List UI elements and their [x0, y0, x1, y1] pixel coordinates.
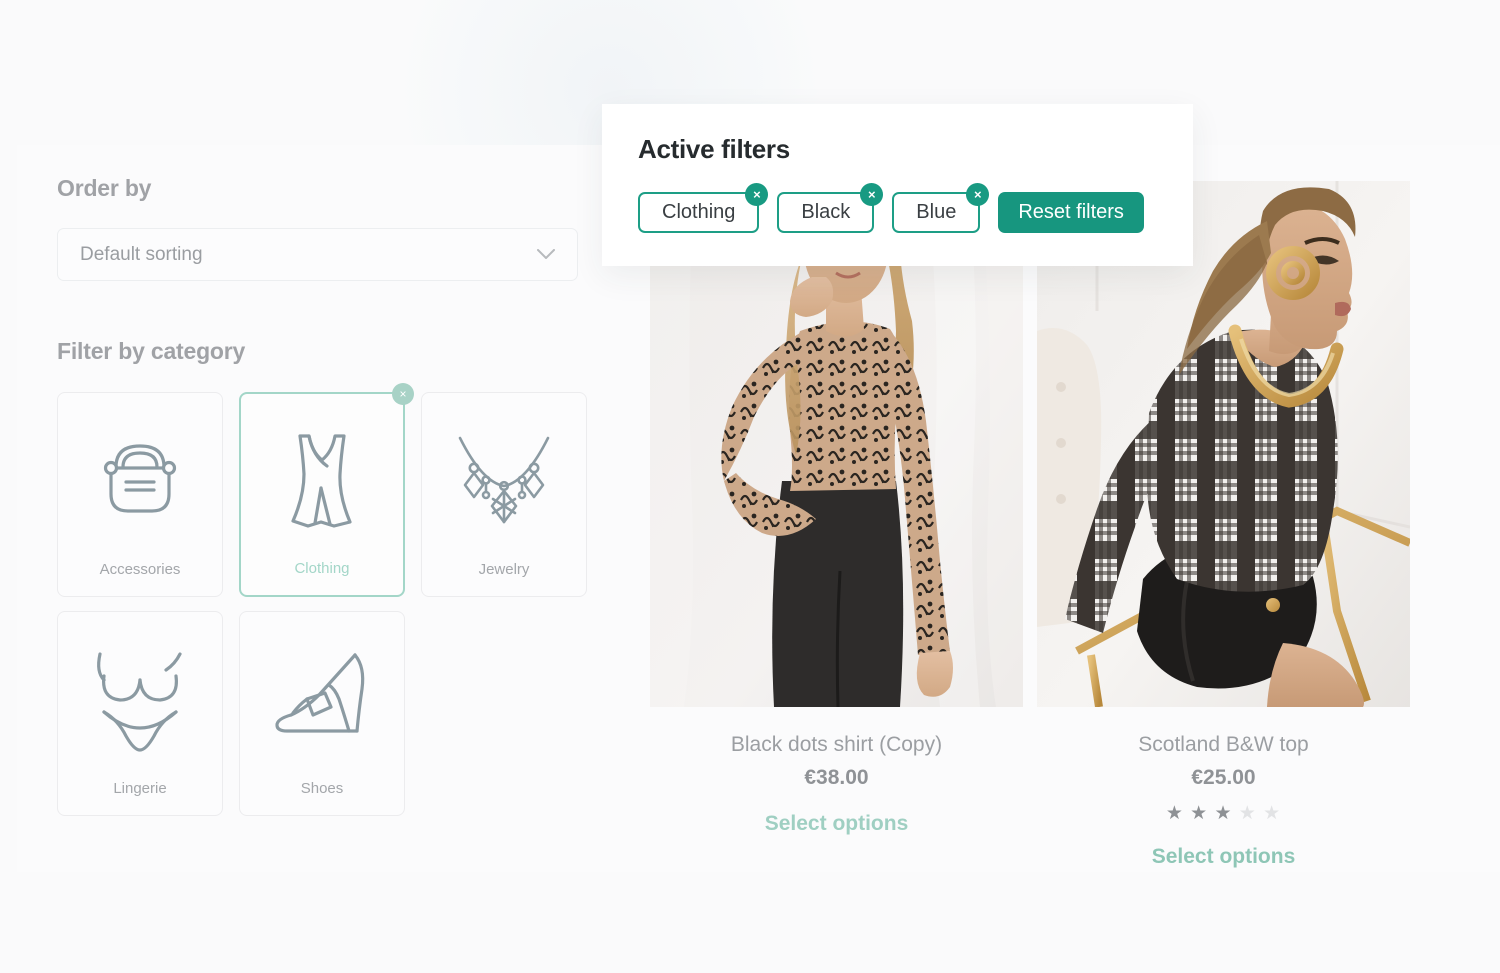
- product-price: €38.00: [804, 766, 869, 789]
- star-empty-icon: ★: [1263, 803, 1282, 824]
- select-options-button[interactable]: Select options: [1152, 845, 1296, 869]
- order-by-heading: Order by: [57, 175, 152, 201]
- star-filled-icon: ★: [1190, 803, 1209, 824]
- active-filter-chip-clothing[interactable]: Clothing ×: [638, 183, 769, 233]
- sort-select[interactable]: Default sorting: [57, 228, 578, 281]
- category-tile-label: Clothing: [294, 560, 350, 577]
- reset-filters-button[interactable]: Reset filters: [998, 192, 1144, 233]
- remove-filter-icon[interactable]: ×: [745, 183, 769, 206]
- star-rating: ★ ★ ★ ★ ★: [1037, 804, 1410, 823]
- chevron-down-icon: [537, 249, 555, 260]
- lingerie-icon: [58, 634, 222, 764]
- product-title: Scotland B&W top: [1138, 733, 1309, 756]
- category-tile-jewelry[interactable]: Jewelry: [421, 392, 587, 597]
- category-tile-shoes[interactable]: Shoes: [239, 611, 405, 816]
- star-filled-icon: ★: [1214, 803, 1233, 824]
- product-title: Black dots shirt (Copy): [730, 733, 943, 756]
- remove-category-filter-icon[interactable]: ×: [392, 383, 414, 405]
- category-tile-accessories[interactable]: Accessories: [57, 392, 223, 597]
- category-tile-label: Lingerie: [113, 780, 167, 797]
- category-tile-grid: Accessories × Clothing Jewelry Lingerie …: [57, 383, 587, 816]
- active-filter-chip-black[interactable]: Black ×: [777, 183, 884, 233]
- active-filters-panel: Active filters Clothing × Black × Blue ×…: [602, 104, 1193, 266]
- high-heel-icon: [240, 634, 404, 764]
- star-empty-icon: ★: [1238, 803, 1257, 824]
- category-tile-label: Shoes: [300, 780, 344, 797]
- product-card: Black dots shirt (Copy) €38.00 Select op…: [650, 181, 1023, 869]
- handbag-icon: [58, 415, 222, 545]
- remove-filter-icon[interactable]: ×: [966, 183, 990, 206]
- filter-by-category-heading: Filter by category: [57, 338, 246, 364]
- category-tile-lingerie[interactable]: Lingerie: [57, 611, 223, 816]
- product-price: €25.00: [1191, 766, 1256, 789]
- chip-label: Black: [801, 201, 851, 223]
- active-filters-title: Active filters: [638, 134, 790, 164]
- chip-label: Blue: [916, 201, 957, 223]
- category-tile-label: Jewelry: [478, 561, 530, 578]
- filter-sidebar: Order by Default sorting Filter by categ…: [57, 175, 597, 816]
- product-grid: Black dots shirt (Copy) €38.00 Select op…: [650, 181, 1410, 869]
- sort-select-value: Default sorting: [80, 243, 203, 265]
- select-options-button[interactable]: Select options: [765, 812, 909, 836]
- category-tile-clothing[interactable]: × Clothing: [239, 383, 414, 597]
- active-filter-chip-blue[interactable]: Blue ×: [892, 183, 990, 233]
- product-card: Scotland B&W top €25.00 ★ ★ ★ ★ ★ Select…: [1037, 181, 1410, 869]
- necklace-icon: [422, 415, 586, 545]
- active-filters-chip-row: Clothing × Black × Blue × Reset filters: [638, 183, 1157, 233]
- dress-icon: [241, 416, 403, 546]
- chip-label: Clothing: [662, 201, 736, 223]
- remove-filter-icon[interactable]: ×: [860, 183, 884, 206]
- category-tile-label: Accessories: [99, 561, 181, 578]
- star-filled-icon: ★: [1165, 803, 1184, 824]
